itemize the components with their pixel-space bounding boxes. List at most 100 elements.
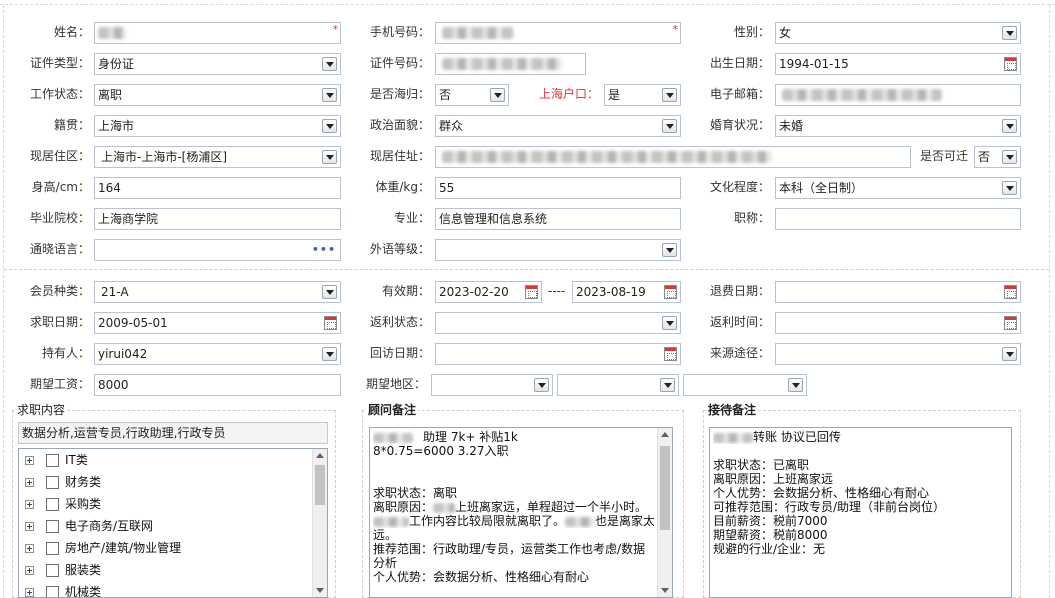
page-right-border <box>1049 5 1050 598</box>
returnee-select[interactable]: 否 <box>435 84 509 106</box>
chevron-down-icon[interactable] <box>1002 347 1017 361</box>
language-picker[interactable]: ••• <box>94 239 341 261</box>
phone-input[interactable]: * <box>435 22 681 44</box>
expand-icon[interactable] <box>25 544 34 553</box>
calendar-icon[interactable] <box>1004 316 1017 330</box>
valid-from-input[interactable]: 2023-02-20 <box>435 281 542 303</box>
checkbox[interactable] <box>46 586 59 597</box>
chevron-down-icon[interactable] <box>1002 150 1017 164</box>
consultant-notes-textarea[interactable]: 助理 7k+ 补贴1k 8*0.75=6000 3.27入职 求职状态：离职 离… <box>369 427 673 598</box>
scroll-thumb[interactable] <box>660 446 670 530</box>
expected-salary-input[interactable]: 8000 <box>94 374 341 396</box>
professional-title-input[interactable] <box>775 208 1021 230</box>
valid-to-input[interactable]: 2023-08-19 <box>572 281 681 303</box>
scroll-thumb[interactable] <box>315 465 325 505</box>
calendar-icon[interactable] <box>664 347 677 361</box>
chevron-down-icon[interactable] <box>662 119 677 133</box>
scroll-down-icon[interactable] <box>661 588 669 593</box>
note-line: 个人优势：会数据分析、性格细心有耐心 <box>713 486 930 500</box>
expand-icon[interactable] <box>25 522 34 531</box>
rebate-status-select[interactable] <box>435 312 681 334</box>
native-place-select[interactable]: 上海市 <box>94 115 341 137</box>
chevron-down-icon[interactable] <box>322 119 337 133</box>
note-line: 助理 7k+ 补贴1k <box>373 430 654 444</box>
foreign-level-label: 外语等级： <box>369 242 430 256</box>
member-type-select[interactable]: 21-A <box>94 281 341 303</box>
chevron-down-icon[interactable] <box>322 57 337 71</box>
height-input[interactable]: 164 <box>94 177 341 199</box>
major-input[interactable]: 信息管理和信息系统 <box>435 208 681 230</box>
foreign-level-select[interactable] <box>435 239 681 261</box>
expand-icon[interactable] <box>25 456 34 465</box>
job-date-input[interactable]: 2009-05-01 <box>94 312 341 334</box>
calendar-icon[interactable] <box>1004 285 1017 299</box>
checkbox[interactable] <box>46 542 59 555</box>
birth-date-input[interactable]: 1994-01-15 <box>775 53 1021 75</box>
expand-icon[interactable] <box>25 566 34 575</box>
rebate-time-input[interactable] <box>775 312 1021 334</box>
gender-select[interactable]: 女 <box>775 22 1021 44</box>
calendar-icon[interactable] <box>525 285 538 299</box>
political-status-select[interactable]: 群众 <box>435 115 681 137</box>
calendar-icon[interactable] <box>1004 57 1017 71</box>
id-number-input[interactable] <box>435 53 586 75</box>
tree-item-label: 房地产/建筑/物业管理 <box>65 541 182 555</box>
scroll-down-icon[interactable] <box>316 588 324 593</box>
chevron-down-icon[interactable] <box>322 347 337 361</box>
scroll-up-icon[interactable] <box>661 432 669 437</box>
chevron-down-icon[interactable] <box>788 378 803 392</box>
id-type-select[interactable]: 身份证 <box>94 53 341 75</box>
education-select[interactable]: 本科（全日制） <box>775 177 1021 199</box>
checkbox[interactable] <box>46 564 59 577</box>
checkbox[interactable] <box>46 454 59 467</box>
more-options-icon[interactable]: ••• <box>312 240 336 260</box>
refund-date-input[interactable] <box>775 281 1021 303</box>
chevron-down-icon[interactable] <box>1002 26 1017 40</box>
source-label: 来源途径： <box>709 346 770 360</box>
chevron-down-icon[interactable] <box>662 316 677 330</box>
native-place-value: 上海市 <box>98 119 135 133</box>
expand-icon[interactable] <box>25 588 34 597</box>
holder-select[interactable]: yirui042 <box>94 343 341 365</box>
shanghai-hukou-select[interactable]: 是 <box>604 84 681 106</box>
expected-province-select[interactable] <box>431 374 553 396</box>
checkbox[interactable] <box>46 476 59 489</box>
chevron-down-icon[interactable] <box>662 243 677 257</box>
expand-icon[interactable] <box>25 500 34 509</box>
chevron-down-icon[interactable] <box>1002 119 1017 133</box>
expand-icon[interactable] <box>25 478 34 487</box>
address-input[interactable] <box>435 146 911 168</box>
work-status-select[interactable]: 离职 <box>94 84 341 106</box>
chevron-down-icon[interactable] <box>322 150 337 164</box>
job-category-tree[interactable]: IT类 财务类 采购类 电子商务/互联网 房地产/建筑/物业管理 服装类 机械类 <box>18 448 328 598</box>
chevron-down-icon[interactable] <box>534 378 549 392</box>
scroll-up-icon[interactable] <box>316 453 324 458</box>
calendar-icon[interactable] <box>664 285 677 299</box>
tree-item-label: 电子商务/互联网 <box>65 519 154 533</box>
chevron-down-icon[interactable] <box>490 88 505 102</box>
source-select[interactable] <box>775 343 1021 365</box>
checkbox[interactable] <box>46 520 59 533</box>
expected-district-select[interactable] <box>683 374 807 396</box>
marital-status-select[interactable]: 未婚 <box>775 115 1021 137</box>
relocate-select[interactable]: 否 <box>974 146 1021 168</box>
chevron-down-icon[interactable] <box>322 285 337 299</box>
email-input[interactable] <box>775 84 1021 106</box>
school-input[interactable]: 上海商学院 <box>94 208 341 230</box>
expected-city-select[interactable] <box>557 374 679 396</box>
tree-scrollbar[interactable] <box>312 449 327 597</box>
residence-area-select[interactable]: 上海市-上海市-[杨浦区] <box>94 146 341 168</box>
chevron-down-icon[interactable] <box>660 378 675 392</box>
major-value: 信息管理和信息系统 <box>439 212 548 226</box>
notes-scrollbar[interactable] <box>657 428 672 597</box>
visit-date-input[interactable] <box>435 343 681 365</box>
calendar-icon[interactable] <box>324 316 337 330</box>
weight-input[interactable]: 55 <box>435 177 681 199</box>
name-input[interactable]: * <box>94 22 341 44</box>
chevron-down-icon[interactable] <box>322 88 337 102</box>
chevron-down-icon[interactable] <box>662 88 677 102</box>
checkbox[interactable] <box>46 498 59 511</box>
phone-label: 手机号码： <box>369 25 430 39</box>
reception-notes-textarea[interactable]: 转账 协议已回传 求职状态：已离职 离职原因：上班离家远 个人优势：会数据分析、… <box>709 427 1012 598</box>
chevron-down-icon[interactable] <box>1002 181 1017 195</box>
